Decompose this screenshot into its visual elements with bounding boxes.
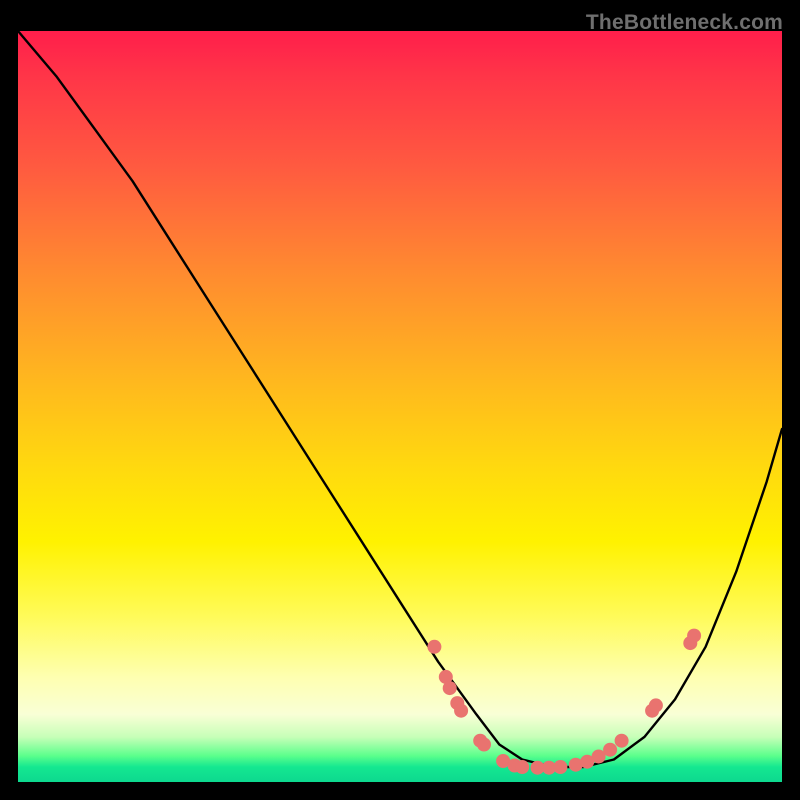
data-marker <box>454 704 468 718</box>
data-marker <box>687 629 701 643</box>
data-marker <box>603 743 617 757</box>
data-marker <box>553 760 567 774</box>
data-marker <box>649 698 663 712</box>
data-marker <box>615 734 629 748</box>
chart-frame: TheBottleneck.com <box>13 13 787 787</box>
data-marker <box>477 738 491 752</box>
plot-area <box>18 31 782 782</box>
chart-svg <box>18 31 782 782</box>
data-marker <box>515 760 529 774</box>
data-marker <box>443 681 457 695</box>
curve-line <box>18 31 782 767</box>
data-marker <box>427 640 441 654</box>
